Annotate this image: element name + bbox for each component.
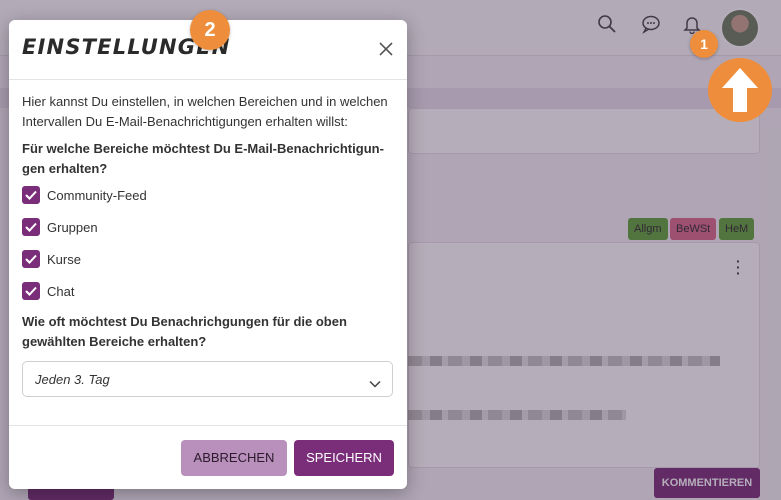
checkbox-checked-icon[interactable] [22,186,40,204]
step-marker-2: 2 [190,10,230,50]
close-icon[interactable] [377,40,395,58]
checkbox-gruppen[interactable]: Gruppen [22,211,394,243]
checkbox-kurse[interactable]: Kurse [22,243,394,275]
cancel-button[interactable]: ABBRECHEN [181,440,287,476]
settings-dialog: EINSTELLUNGEN Hier kannst Du einstellen,… [9,20,407,489]
areas-question: Für welche Bereiche möchtest Du E-Mail-B… [22,141,384,176]
checkbox-checked-icon[interactable] [22,282,40,300]
step-marker-1: 1 [690,30,718,58]
checkbox-label[interactable]: Community-Feed [47,188,147,203]
checkbox-label[interactable]: Gruppen [47,220,98,235]
checkbox-checked-icon[interactable] [22,218,40,236]
checkbox-checked-icon[interactable] [22,250,40,268]
checkbox-label[interactable]: Kurse [47,252,81,267]
interval-select[interactable]: Jeden 3. Tag [22,361,393,397]
checkbox-chat[interactable]: Chat [22,275,394,307]
chevron-down-icon[interactable] [369,375,381,393]
checkbox-label[interactable]: Chat [47,284,74,299]
interval-question: Wie oft möchtest Du Benachrichgungen für… [22,314,347,349]
dialog-footer: ABBRECHEN SPEICHERN [9,425,407,489]
interval-select-value[interactable]: Jeden 3. Tag [35,372,110,387]
save-button[interactable]: SPEICHERN [294,440,394,476]
arrow-up-icon [708,58,772,122]
checkbox-community-feed[interactable]: Community-Feed [22,179,394,211]
intro-text: Hier kannst Du einstellen, in welchen Be… [22,94,388,129]
dialog-body: Hier kannst Du einstellen, in welchen Be… [22,92,394,397]
